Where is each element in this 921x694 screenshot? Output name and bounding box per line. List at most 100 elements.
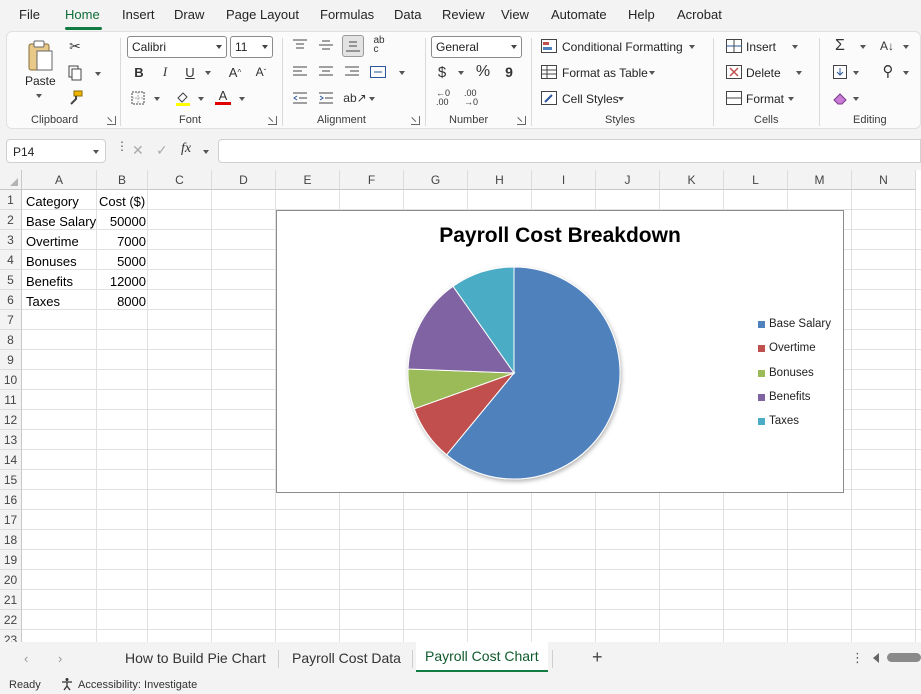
- menu-draw[interactable]: Draw: [174, 7, 204, 22]
- conditional-formatting-button[interactable]: Conditional Formatting: [562, 40, 683, 54]
- paste-dropdown-icon[interactable]: [36, 94, 42, 98]
- row-header-23[interactable]: 23: [0, 630, 22, 642]
- menu-file[interactable]: File: [19, 7, 40, 22]
- column-header-n[interactable]: N: [852, 170, 916, 190]
- menu-page-layout[interactable]: Page Layout: [226, 7, 299, 22]
- clear-dropdown-icon[interactable]: [853, 97, 859, 101]
- align-top-icon[interactable]: [291, 36, 309, 54]
- row-header-2[interactable]: 2: [0, 210, 22, 230]
- format-painter-icon[interactable]: [66, 89, 84, 107]
- copy-dropdown-icon[interactable]: [95, 72, 101, 76]
- menu-automate[interactable]: Automate: [551, 7, 607, 22]
- cell-a1[interactable]: Category: [26, 191, 79, 211]
- clear-icon[interactable]: [831, 89, 849, 107]
- more-options-icon[interactable]: ⋮: [116, 140, 128, 158]
- percent-icon[interactable]: %: [474, 63, 492, 81]
- cell-a5[interactable]: Benefits: [26, 271, 73, 291]
- pie-chart[interactable]: Payroll Cost Breakdown Base Salary Overti…: [276, 210, 844, 493]
- cell-styles-dropdown-icon[interactable]: [618, 97, 624, 101]
- format-as-table-dropdown-icon[interactable]: [649, 71, 655, 75]
- formula-input[interactable]: [218, 139, 921, 163]
- cell-styles-icon[interactable]: [541, 90, 557, 106]
- fx-dropdown-icon[interactable]: [203, 150, 209, 154]
- row-header-16[interactable]: 16: [0, 490, 22, 510]
- format-cells-button[interactable]: Format: [746, 92, 784, 106]
- insert-cells-button[interactable]: Insert: [746, 40, 776, 54]
- font-color-icon[interactable]: A: [213, 87, 233, 107]
- cell-b5[interactable]: 12000: [97, 271, 146, 291]
- row-header-21[interactable]: 21: [0, 590, 22, 610]
- column-header-h[interactable]: H: [468, 170, 532, 190]
- autosum-dropdown-icon[interactable]: [860, 45, 866, 49]
- fill-icon[interactable]: [831, 63, 849, 81]
- row-header-11[interactable]: 11: [0, 390, 22, 410]
- sheet-tab-payroll-data[interactable]: Payroll Cost Data: [292, 650, 401, 666]
- borders-dropdown-icon[interactable]: [154, 97, 160, 101]
- menu-data[interactable]: Data: [394, 7, 421, 22]
- name-box[interactable]: P14: [6, 139, 106, 163]
- cell-a6[interactable]: Taxes: [26, 291, 60, 311]
- cell-styles-button[interactable]: Cell Styles: [562, 92, 619, 106]
- column-header-d[interactable]: D: [212, 170, 276, 190]
- row-header-20[interactable]: 20: [0, 570, 22, 590]
- cell-b1[interactable]: Cost ($): [99, 191, 145, 211]
- delete-cells-icon[interactable]: [725, 64, 743, 80]
- menu-insert[interactable]: Insert: [122, 7, 155, 22]
- format-cells-icon[interactable]: [725, 90, 743, 106]
- align-right-icon[interactable]: [343, 63, 361, 81]
- conditional-formatting-icon[interactable]: [541, 38, 557, 54]
- sheet-tab-payroll-chart[interactable]: Payroll Cost Chart: [425, 648, 539, 664]
- enter-icon[interactable]: ✓: [156, 142, 168, 159]
- format-as-table-button[interactable]: Format as Table: [562, 66, 648, 80]
- column-header-f[interactable]: F: [340, 170, 404, 190]
- column-header-g[interactable]: G: [404, 170, 468, 190]
- number-launcher-icon[interactable]: [517, 116, 526, 125]
- decrease-decimal-icon[interactable]: .00 →0: [460, 88, 482, 108]
- column-header-e[interactable]: E: [276, 170, 340, 190]
- insert-dropdown-icon[interactable]: [792, 45, 798, 49]
- find-dropdown-icon[interactable]: [903, 71, 909, 75]
- prev-sheet-icon[interactable]: ‹: [24, 651, 28, 666]
- row-header-6[interactable]: 6: [0, 290, 22, 310]
- column-header-c[interactable]: C: [148, 170, 212, 190]
- cell-b2[interactable]: 50000: [97, 211, 146, 231]
- row-header-1[interactable]: 1: [0, 190, 22, 210]
- row-header-19[interactable]: 19: [0, 550, 22, 570]
- find-select-icon[interactable]: ⚲: [879, 62, 897, 80]
- cell-b4[interactable]: 5000: [97, 251, 146, 271]
- autosum-icon[interactable]: Σ: [831, 37, 849, 55]
- borders-icon[interactable]: [129, 89, 147, 107]
- accessibility-icon[interactable]: [60, 677, 74, 691]
- cell-a2[interactable]: Base Salary: [26, 211, 96, 231]
- orientation-dropdown-icon[interactable]: [369, 97, 375, 101]
- number-format-select[interactable]: General: [431, 36, 522, 58]
- row-header-10[interactable]: 10: [0, 370, 22, 390]
- cut-icon[interactable]: ✂: [67, 38, 83, 54]
- row-header-14[interactable]: 14: [0, 450, 22, 470]
- align-middle-icon[interactable]: [317, 36, 335, 54]
- menu-formulas[interactable]: Formulas: [320, 7, 374, 22]
- row-header-4[interactable]: 4: [0, 250, 22, 270]
- column-header-m[interactable]: M: [788, 170, 852, 190]
- row-header-13[interactable]: 13: [0, 430, 22, 450]
- decrease-indent-icon[interactable]: [291, 89, 309, 107]
- column-header-a[interactable]: A: [22, 170, 97, 190]
- menu-home[interactable]: Home: [65, 7, 100, 22]
- align-center-icon[interactable]: [317, 63, 335, 81]
- column-header-j[interactable]: J: [596, 170, 660, 190]
- wrap-text-icon[interactable]: ab c: [370, 36, 388, 55]
- column-header-l[interactable]: L: [724, 170, 788, 190]
- cell-b6[interactable]: 8000: [97, 291, 146, 311]
- paste-label[interactable]: Paste: [25, 74, 56, 88]
- next-sheet-icon[interactable]: ›: [58, 651, 62, 666]
- accessibility-status[interactable]: Accessibility: Investigate: [78, 679, 197, 691]
- underline-icon[interactable]: U: [183, 64, 197, 80]
- conditional-formatting-dropdown-icon[interactable]: [689, 45, 695, 49]
- orientation-icon[interactable]: ab↗: [343, 88, 366, 108]
- font-launcher-icon[interactable]: [268, 116, 277, 125]
- fill-color-icon[interactable]: [173, 88, 193, 108]
- scroll-left-icon[interactable]: [873, 653, 879, 663]
- bold-icon[interactable]: B: [132, 64, 146, 80]
- horizontal-scrollbar[interactable]: [887, 653, 921, 662]
- copy-icon[interactable]: [66, 64, 84, 82]
